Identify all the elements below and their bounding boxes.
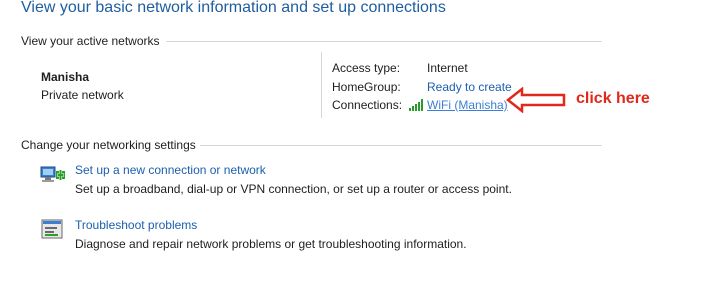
network-type: Private network <box>41 88 124 102</box>
troubleshoot-link[interactable]: Troubleshoot problems <box>75 218 197 232</box>
change-settings-heading: Change your networking settings <box>21 138 196 152</box>
new-connection-description: Set up a broadband, dial-up or VPN conne… <box>75 182 512 196</box>
homegroup-link[interactable]: Ready to create <box>427 80 512 94</box>
troubleshoot-icon <box>41 219 63 239</box>
arrow-annotation-icon <box>506 87 566 113</box>
wifi-connection-link[interactable]: WiFi (Manisha) <box>427 98 508 112</box>
new-connection-icon <box>40 166 65 182</box>
access-type-label: Access type: <box>332 61 401 75</box>
connections-label: Connections: <box>332 98 403 112</box>
active-networks-heading: View your active networks <box>21 34 160 48</box>
network-name: Manisha <box>41 70 90 84</box>
new-connection-link[interactable]: Set up a new connection or network <box>75 163 266 177</box>
click-here-annotation: click here <box>576 90 650 107</box>
section-divider <box>200 145 602 146</box>
section-divider <box>166 41 602 42</box>
troubleshoot-description: Diagnose and repair network problems or … <box>75 237 467 251</box>
page-title: View your basic network information and … <box>21 0 446 16</box>
access-type-value: Internet <box>427 61 468 75</box>
homegroup-label: HomeGroup: <box>332 80 401 94</box>
wifi-signal-icon <box>409 99 423 111</box>
vertical-divider <box>321 52 322 118</box>
